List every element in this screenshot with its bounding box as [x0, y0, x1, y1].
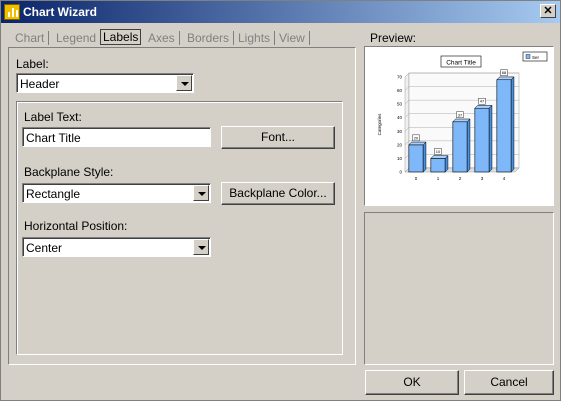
- label-caption: Label:: [16, 57, 49, 71]
- legend-entry: Ser: [532, 55, 540, 60]
- ok-button[interactable]: OK: [365, 370, 459, 395]
- data-label: 37: [458, 112, 463, 117]
- preview-chart: Chart TitleSer010203040506070Categories2…: [377, 51, 548, 181]
- data-label: 10: [436, 149, 441, 154]
- x-tick-label: 2: [459, 176, 462, 181]
- bar-side: [510, 76, 515, 173]
- tab-lights[interactable]: Lights: [238, 31, 276, 45]
- chart-title: Chart Title: [446, 60, 476, 67]
- data-label: 68: [502, 70, 507, 75]
- tab-axes[interactable]: Axes: [148, 31, 180, 45]
- y-tick-label: 10: [397, 156, 403, 161]
- y-tick-label: 60: [397, 88, 403, 93]
- chart-preview: Chart Title Ser 0 10 20 30 40 50 60 70 Categories 2…: [364, 46, 554, 206]
- y-tick-label: 20: [397, 142, 403, 147]
- label-text-input[interactable]: Chart Title: [22, 127, 211, 147]
- side-wall: [404, 72, 410, 173]
- window-title: Chart Wizard: [23, 5, 97, 19]
- tab-view[interactable]: View: [279, 31, 310, 45]
- label-select[interactable]: Header: [16, 73, 194, 93]
- legend-swatch: [525, 54, 531, 59]
- backplane-style-value: Rectangle: [26, 187, 81, 201]
- preview-caption: Preview:: [370, 31, 417, 45]
- tab-borders[interactable]: Borders: [187, 31, 235, 45]
- y-tick-label: 40: [397, 115, 403, 120]
- chart-wizard-icon: [4, 4, 20, 20]
- label-text-caption: Label Text:: [24, 110, 82, 124]
- y-tick-label: 50: [397, 102, 403, 107]
- y-axis-label: Categories: [377, 113, 382, 136]
- x-tick-label: 0: [415, 176, 418, 181]
- horizontal-position-caption: Horizontal Position:: [24, 219, 128, 233]
- backplane-color-button[interactable]: Backplane Color...: [221, 182, 335, 205]
- chevron-down-icon[interactable]: [176, 75, 192, 91]
- x-tick-label: 3: [481, 176, 484, 181]
- chart-wizard-window: Chart Wizard ✕ Chart Legend Labels Axes …: [0, 0, 561, 401]
- backplane-style-select[interactable]: Rectangle: [22, 183, 211, 203]
- bar: [496, 79, 512, 173]
- close-icon: ✕: [543, 5, 553, 17]
- x-tick-label: 4: [503, 176, 506, 181]
- label-text-value: Chart Title: [26, 131, 81, 145]
- tab-legend[interactable]: Legend: [56, 31, 102, 45]
- y-tick-label: 0: [399, 170, 402, 175]
- bar: [474, 107, 490, 173]
- bar-side: [488, 104, 493, 173]
- y-tick-label: 30: [397, 129, 403, 134]
- bar-side: [444, 155, 449, 173]
- horizontal-position-select[interactable]: Center: [22, 237, 211, 257]
- horizontal-position-value: Center: [26, 241, 63, 255]
- preview-secondary-pane: [364, 212, 554, 365]
- font-button[interactable]: Font...: [221, 126, 335, 149]
- close-button[interactable]: ✕: [540, 4, 556, 18]
- label-select-value: Header: [20, 77, 60, 91]
- tab-labels[interactable]: Labels: [100, 29, 142, 45]
- chevron-down-icon[interactable]: [193, 185, 209, 201]
- chevron-down-icon[interactable]: [193, 239, 209, 255]
- tab-strip: Chart Legend Labels Axes Borders Lights …: [9, 29, 349, 46]
- x-tick-label: 1: [437, 176, 440, 181]
- y-tick-label: 70: [397, 75, 403, 80]
- cancel-button[interactable]: Cancel: [464, 370, 554, 395]
- bar: [408, 144, 424, 173]
- backplane-style-caption: Backplane Style:: [24, 165, 114, 179]
- bar: [430, 158, 446, 173]
- tab-chart[interactable]: Chart: [15, 31, 50, 45]
- bar-side: [466, 118, 471, 173]
- bar-side: [422, 141, 427, 173]
- data-label: 20: [414, 135, 419, 140]
- data-label: 47: [480, 99, 485, 104]
- bar: [452, 121, 468, 173]
- title-bar: Chart Wizard ✕: [1, 1, 560, 23]
